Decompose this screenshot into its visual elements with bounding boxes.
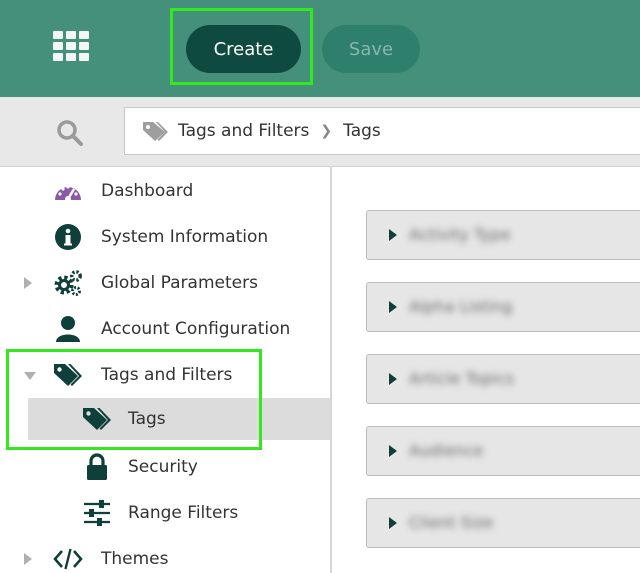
sidebar-item-range-filters[interactable]: Range Filters	[0, 491, 330, 535]
save-button[interactable]: Save	[322, 25, 420, 73]
gears-icon	[53, 268, 83, 298]
accordion-section-label: Audience	[409, 441, 484, 460]
breadcrumb-item-tags-and-filters[interactable]: Tags and Filters	[178, 121, 309, 141]
expand-triangle-icon[interactable]	[389, 229, 397, 241]
accordion-section[interactable]: Audience	[366, 426, 640, 476]
sidebar-item-themes[interactable]: Themes	[0, 537, 330, 573]
sidebar-item-label: Range Filters	[128, 503, 239, 523]
expand-triangle-icon[interactable]	[389, 445, 397, 457]
create-highlight-box	[170, 8, 313, 85]
accordion-section[interactable]: Alpha Listing	[366, 282, 640, 332]
sidebar-item-label: Account Configuration	[101, 319, 291, 339]
accordion-section-label: Alpha Listing	[409, 297, 513, 316]
expand-triangle-icon[interactable]	[389, 301, 397, 313]
accordion-section-label: Article Topics	[409, 369, 514, 388]
sidebar-item-account-configuration[interactable]: Account Configuration	[0, 307, 330, 351]
breadcrumb-separator-icon: ❯	[320, 123, 333, 139]
sidebar-item-label: Global Parameters	[101, 273, 258, 293]
breadcrumb-item-tags: Tags	[343, 121, 381, 141]
dashboard-gauge-icon	[53, 176, 83, 206]
expand-caret-icon[interactable]	[24, 553, 32, 565]
accordion-section-label: Client Size	[409, 513, 494, 532]
lock-icon	[82, 452, 112, 482]
sidebar-item-system-information[interactable]: System Information	[0, 215, 330, 259]
sidebar-item-label: System Information	[101, 227, 269, 247]
info-icon	[53, 222, 83, 252]
sidebar-item-dashboard[interactable]: Dashboard	[0, 169, 330, 213]
expand-caret-icon[interactable]	[24, 277, 32, 289]
expand-triangle-icon[interactable]	[389, 517, 397, 529]
sliders-icon	[82, 498, 112, 528]
user-icon	[53, 314, 83, 344]
breadcrumb-bar: Tags and Filters ❯ Tags	[0, 97, 640, 167]
sidebar-item-security[interactable]: Security	[0, 445, 330, 489]
expand-triangle-icon[interactable]	[389, 373, 397, 385]
accordion-section-label: Activity Type	[409, 225, 511, 244]
breadcrumb: Tags and Filters ❯ Tags	[124, 107, 640, 155]
accordion-section[interactable]: Article Topics	[366, 354, 640, 404]
accordion-section[interactable]: Activity Type	[366, 210, 640, 260]
sidebar-item-label: Dashboard	[101, 181, 194, 201]
tags-highlight-box	[6, 349, 262, 450]
sidebar-item-label: Security	[128, 457, 198, 477]
apps-grid-icon[interactable]	[53, 31, 89, 61]
accordion-section[interactable]: Client Size	[366, 498, 640, 548]
sidebar-item-label: Themes	[101, 549, 169, 569]
code-icon	[53, 544, 83, 573]
top-header: Create Save	[0, 0, 640, 97]
main-content: Activity Type Alpha Listing Article Topi…	[334, 167, 640, 573]
tag-icon	[143, 122, 168, 141]
sidebar-item-global-parameters[interactable]: Global Parameters	[0, 261, 330, 305]
search-icon[interactable]	[55, 119, 85, 147]
